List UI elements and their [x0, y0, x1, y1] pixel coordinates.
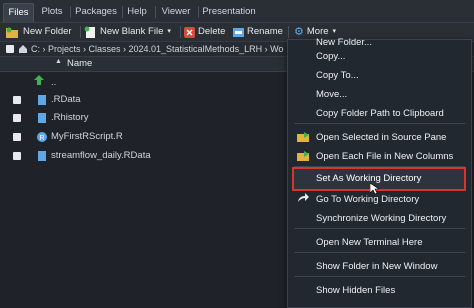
svg-text:R: R [40, 135, 45, 142]
menu-item-label: Copy... [316, 51, 346, 62]
menu-item-label: Show Hidden Files [316, 285, 396, 296]
menu-item-move[interactable]: Move... [288, 86, 471, 102]
menu-item-show-hidden-files[interactable]: Show Hidden Files [288, 282, 471, 298]
chevron-down-icon: ▾ [167, 28, 171, 35]
menu-item-label: Go To Working Directory [316, 194, 420, 205]
open-folder-icon [297, 151, 309, 161]
r-script-icon: R [37, 132, 47, 142]
tab-files[interactable]: Files [3, 3, 34, 22]
file-name[interactable]: streamflow_daily.RData [51, 149, 151, 163]
menu-item-label: Open Each File in New Columns [316, 151, 454, 162]
file-name[interactable]: .RData [51, 93, 81, 107]
menu-item-label: Copy Folder Path to Clipboard [316, 108, 444, 119]
menu-item-go-to-working-directory[interactable]: Go To Working Directory [288, 191, 471, 207]
new-file-icon [84, 26, 95, 38]
menu-item-copy-to[interactable]: Copy To... [288, 67, 471, 83]
file-name[interactable]: .Rhistory [51, 111, 88, 125]
arrow-right-icon [298, 193, 309, 202]
open-folder-icon [297, 132, 309, 142]
delete-label: Delete [198, 26, 226, 37]
menu-item-open-selected[interactable]: Open Selected in Source Pane [288, 129, 471, 145]
rename-icon [233, 27, 244, 37]
rename-button[interactable]: Rename [233, 25, 283, 39]
mouse-cursor-icon [370, 183, 379, 195]
tab-viewer[interactable]: Viewer [157, 3, 195, 21]
menu-item-show-folder-new-window[interactable]: Show Folder in New Window [288, 258, 471, 274]
delete-icon [184, 26, 195, 38]
up-arrow-icon [34, 75, 44, 85]
rdata-file-icon [38, 151, 46, 161]
new-folder-button[interactable]: New Folder [5, 25, 72, 39]
pane-tabs: Files Plots Packages Help Viewer Present… [0, 0, 474, 23]
rhistory-file-icon [38, 113, 46, 123]
menu-item-label: Open Selected in Source Pane [316, 132, 447, 143]
delete-button[interactable]: Delete [184, 25, 225, 39]
file-checkbox[interactable] [13, 114, 21, 122]
tab-plots[interactable]: Plots [37, 3, 67, 21]
new-blank-file-label: New Blank File [100, 26, 164, 37]
menu-item-open-terminal[interactable]: Open New Terminal Here [288, 234, 471, 250]
tab-packages[interactable]: Packages [73, 3, 119, 21]
highlighted-menu-label[interactable]: Set As Working Directory [316, 172, 421, 185]
sort-arrow-icon[interactable]: ▲ [55, 58, 62, 65]
new-folder-label: New Folder [23, 26, 72, 37]
menu-item-label: Synchronize Working Directory [316, 213, 447, 224]
home-icon[interactable] [18, 44, 28, 54]
file-name[interactable]: MyFirstRScript.R [51, 130, 123, 144]
menu-item-label: Show Folder in New Window [316, 261, 438, 272]
select-all-checkbox[interactable] [6, 45, 14, 53]
name-column-header[interactable]: Name [67, 57, 92, 71]
tab-presentation[interactable]: Presentation [200, 3, 258, 21]
new-blank-file-button[interactable]: New Blank File ▾ [84, 25, 171, 39]
menu-item-open-each[interactable]: Open Each File in New Columns [288, 148, 471, 164]
rdata-file-icon [38, 95, 46, 105]
menu-item-label: Copy To... [316, 70, 359, 81]
menu-item-copy-folder-path[interactable]: Copy Folder Path to Clipboard [288, 105, 471, 121]
file-checkbox[interactable] [13, 152, 21, 160]
parent-directory-label[interactable]: .. [51, 76, 56, 90]
menu-item-label: Move... [316, 89, 348, 100]
new-folder-icon [6, 27, 18, 38]
menu-item-label: Open New Terminal Here [316, 237, 423, 248]
file-checkbox[interactable] [13, 96, 21, 104]
file-checkbox[interactable] [13, 133, 21, 141]
breadcrumb-path[interactable]: C: › Projects › Classes › 2024.01_Statis… [31, 42, 283, 56]
tab-help[interactable]: Help [124, 3, 150, 21]
menu-item-synchronize-working-directory[interactable]: Synchronize Working Directory [288, 210, 471, 226]
rename-label: Rename [247, 26, 283, 37]
menu-item-copy[interactable]: Copy... [288, 48, 471, 64]
